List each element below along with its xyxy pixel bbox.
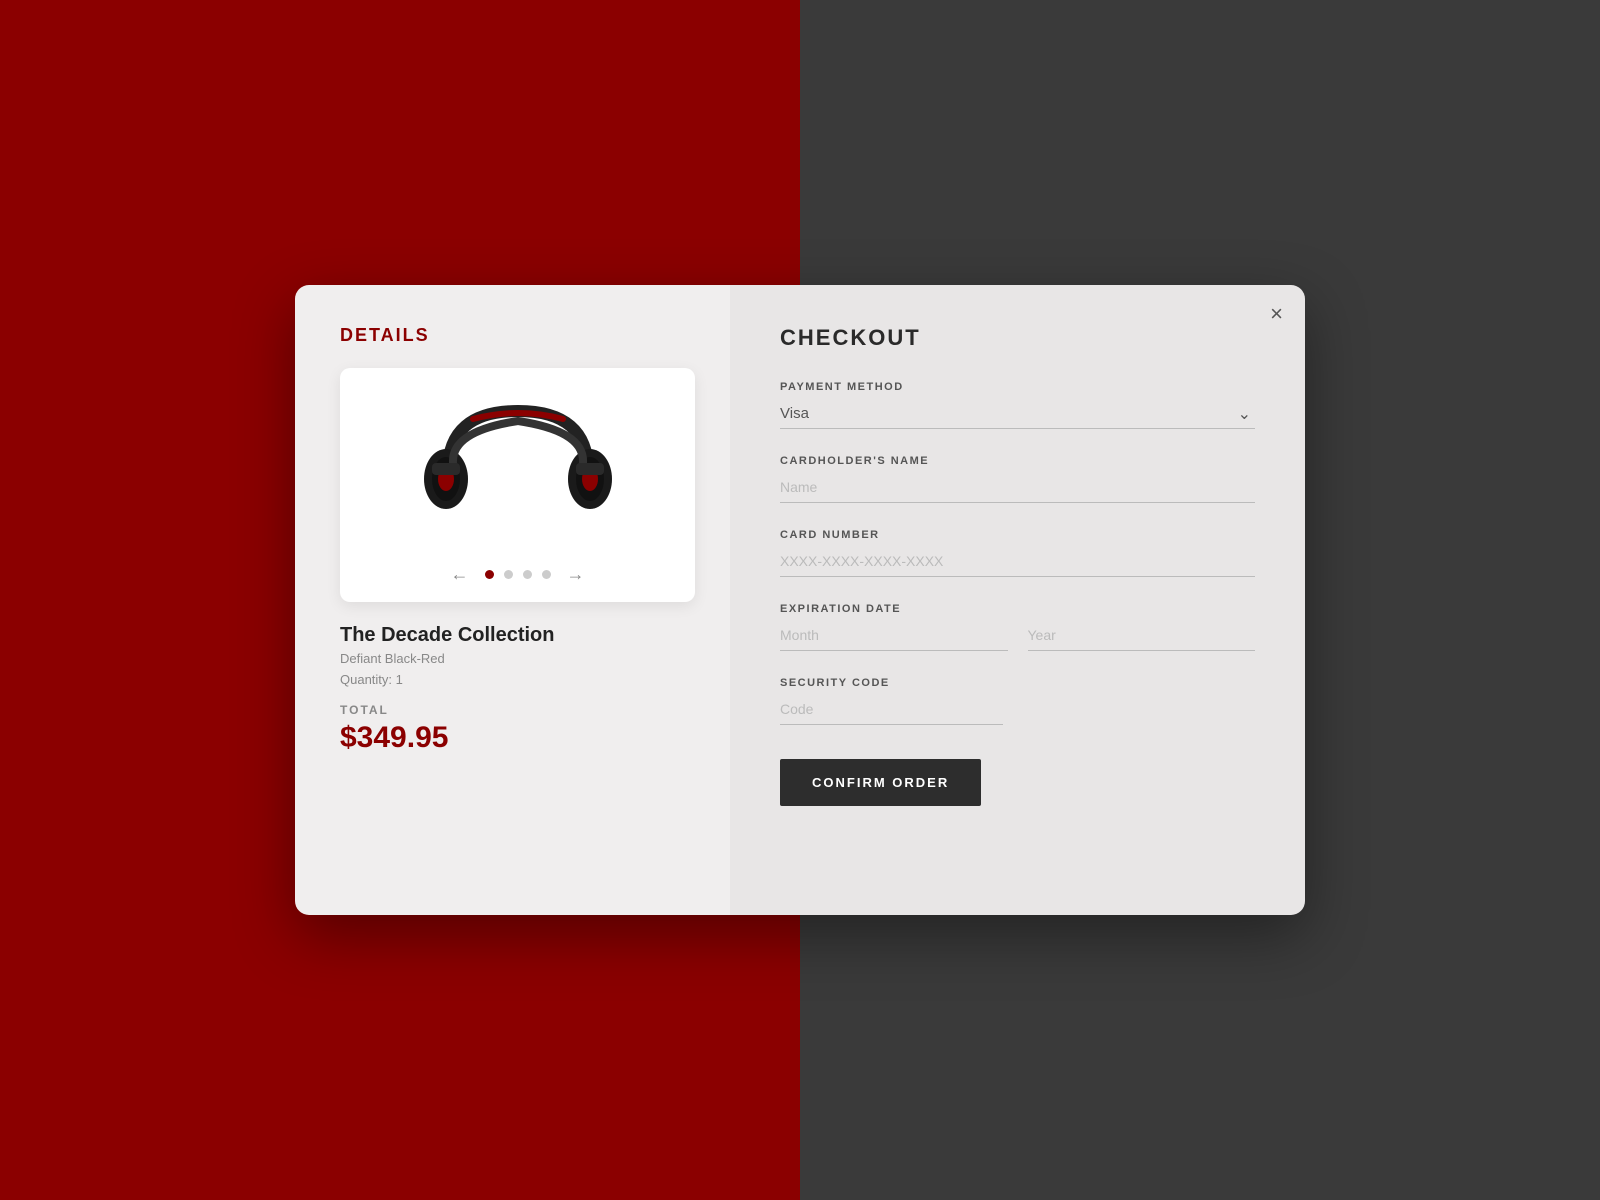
payment-method-select[interactable]: Visa Mastercard American Express PayPal	[780, 399, 1255, 429]
close-button[interactable]: ×	[1270, 303, 1283, 325]
carousel-controls: ← →	[355, 562, 680, 587]
payment-method-label: PAYMENT METHOD	[780, 381, 1255, 393]
product-card: ← →	[340, 368, 695, 602]
details-title: DETAILS	[340, 325, 695, 346]
security-code-field: SECURITY CODE	[780, 677, 1255, 725]
carousel-dot-2[interactable]	[504, 570, 513, 579]
carousel-dot-1[interactable]	[485, 570, 494, 579]
carousel-dot-4[interactable]	[542, 570, 551, 579]
card-number-label: CARD NUMBER	[780, 529, 1255, 541]
card-number-input[interactable]	[780, 547, 1255, 577]
cardholder-name-input[interactable]	[780, 473, 1255, 503]
total-price: $349.95	[340, 721, 695, 755]
carousel-prev[interactable]: ←	[445, 562, 475, 587]
modal-checkout-panel: CHECKOUT PAYMENT METHOD Visa Mastercard …	[730, 285, 1305, 915]
product-quantity: Quantity: 1	[340, 672, 695, 687]
expiration-date-field: EXPIRATION DATE	[780, 603, 1255, 651]
product-name: The Decade Collection	[340, 624, 695, 647]
headphones-image	[355, 388, 680, 548]
security-code-label: SECURITY CODE	[780, 677, 1255, 689]
carousel-next[interactable]: →	[561, 562, 591, 587]
modal-details-panel: DETAILS	[295, 285, 730, 915]
security-code-input[interactable]	[780, 695, 1003, 725]
product-variant: Defiant Black-Red	[340, 651, 695, 666]
payment-method-field: PAYMENT METHOD Visa Mastercard American …	[780, 381, 1255, 429]
confirm-order-button[interactable]: CONFIRM ORDER	[780, 759, 981, 806]
cardholder-name-field: CARDHOLDER'S NAME	[780, 455, 1255, 503]
carousel-dot-3[interactable]	[523, 570, 532, 579]
expiry-month-input[interactable]	[780, 621, 1008, 651]
expiry-year-input[interactable]	[1028, 621, 1256, 651]
modal: × DETAILS	[295, 285, 1305, 915]
checkout-title: CHECKOUT	[780, 325, 1255, 351]
cardholder-name-label: CARDHOLDER'S NAME	[780, 455, 1255, 467]
expiry-row	[780, 621, 1255, 651]
expiration-date-label: EXPIRATION DATE	[780, 603, 1255, 615]
payment-method-wrapper: Visa Mastercard American Express PayPal …	[780, 399, 1255, 429]
total-label: TOTAL	[340, 703, 695, 717]
card-number-field: CARD NUMBER	[780, 529, 1255, 577]
